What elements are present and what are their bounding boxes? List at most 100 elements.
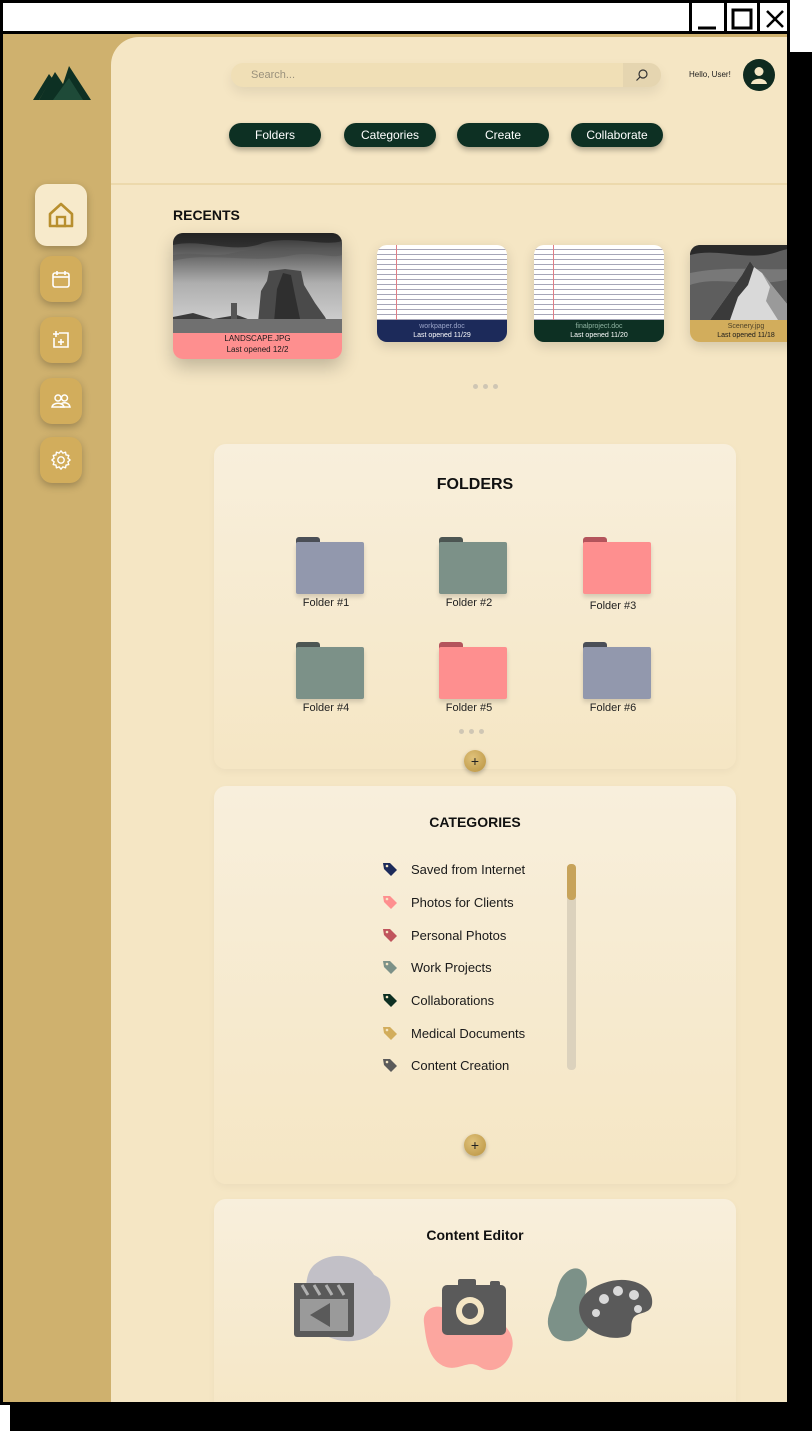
folder-item[interactable]: Folder #3	[563, 537, 663, 612]
maximize-icon	[731, 8, 752, 29]
category-label: Collaborations	[411, 992, 495, 1008]
folder-icon	[439, 542, 507, 594]
folder-label: Folder #1	[302, 597, 350, 609]
title-bar	[3, 3, 787, 34]
recent-file-date: Last opened 11/18	[717, 332, 775, 339]
sidebar-item-add-file[interactable]	[40, 317, 82, 363]
photo-editor-icon[interactable]	[418, 1279, 516, 1375]
category-label: Medical Documents	[411, 1025, 526, 1041]
user-icon	[751, 67, 767, 84]
category-label: Work Projects	[411, 959, 492, 975]
nav-folders-button[interactable]: Folders	[229, 123, 321, 147]
document-thumbnail	[534, 245, 664, 320]
category-item[interactable]: Content Creation	[382, 1054, 509, 1076]
search-button[interactable]	[623, 63, 661, 87]
sidebar	[3, 34, 111, 1402]
document-thumbnail	[377, 245, 507, 320]
close-button[interactable]	[757, 3, 787, 34]
users-icon	[51, 394, 71, 408]
sidebar-item-users[interactable]	[40, 378, 82, 424]
tag-icon	[383, 896, 397, 909]
folder-item[interactable]: Folder #5	[419, 642, 519, 714]
folder-label: Folder #4	[302, 702, 350, 714]
add-category-button[interactable]: +	[464, 1134, 486, 1156]
user-avatar[interactable]	[743, 59, 775, 91]
category-item[interactable]: Personal Photos	[382, 924, 506, 946]
categories-scrollbar-thumb[interactable]	[567, 864, 576, 900]
category-item[interactable]: Work Projects	[382, 956, 492, 978]
settings-icon	[51, 450, 71, 470]
folder-item[interactable]: Folder #1	[276, 537, 376, 609]
category-item[interactable]: Photos for Clients	[382, 891, 514, 913]
recent-file-date: Last opened 12/2	[226, 345, 289, 354]
folder-item[interactable]: Folder #2	[419, 537, 519, 609]
folder-label: Folder #3	[589, 600, 637, 612]
maximize-button[interactable]	[724, 3, 756, 34]
content-editor-panel: Content Editor	[214, 1199, 736, 1402]
app-window: Hello, User! Folders Categories Create C…	[0, 0, 790, 1405]
logo-mountain-icon	[33, 66, 91, 100]
mountain-photo-thumbnail	[690, 245, 787, 320]
search-bar	[231, 63, 661, 87]
recent-file-name: LANDSCAPE.JPG	[224, 334, 291, 343]
recent-file-name: workpaper.doc	[419, 323, 465, 330]
main-content: Hello, User! Folders Categories Create C…	[111, 37, 787, 1402]
close-icon	[765, 9, 784, 28]
tag-icon	[383, 961, 397, 974]
folders-pagination[interactable]	[459, 729, 484, 734]
folder-icon	[296, 647, 364, 699]
category-label: Photos for Clients	[411, 894, 514, 910]
category-item[interactable]: Medical Documents	[382, 1022, 525, 1044]
category-item[interactable]: Collaborations	[382, 989, 494, 1011]
nav-collaborate-button[interactable]: Collaborate	[571, 123, 663, 147]
sidebar-item-settings[interactable]	[40, 437, 82, 483]
sidebar-item-home[interactable]	[35, 184, 87, 246]
app-frame: Hello, User! Folders Categories Create C…	[0, 0, 812, 1431]
folder-label: Folder #2	[445, 597, 493, 609]
folder-item[interactable]: Folder #6	[563, 642, 663, 714]
sidebar-item-calendar[interactable]	[40, 256, 82, 302]
recent-file-date: Last opened 11/29	[413, 332, 471, 339]
paint-palette-icon[interactable]	[546, 1265, 658, 1351]
search-input[interactable]	[231, 63, 623, 87]
tag-icon	[383, 863, 397, 876]
add-folder-button[interactable]: +	[464, 750, 486, 772]
greeting-text: Hello, User!	[689, 70, 731, 79]
home-icon	[48, 202, 74, 228]
categories-heading: CATEGORIES	[429, 814, 521, 830]
folder-icon	[296, 542, 364, 594]
tag-icon	[383, 1027, 397, 1040]
category-label: Content Creation	[411, 1057, 510, 1073]
recent-file-name: Scenery.jpg	[727, 323, 765, 330]
folders-heading: FOLDERS	[436, 476, 514, 493]
recent-file-date: Last opened 11/20	[570, 332, 628, 339]
tag-icon	[383, 994, 397, 1007]
folder-label: Folder #5	[445, 702, 493, 714]
landscape-thumbnail	[173, 233, 342, 333]
content-editor-heading: Content Editor	[426, 1227, 524, 1243]
folder-icon	[583, 647, 651, 699]
category-item[interactable]: Saved from Internet	[382, 858, 525, 880]
minimize-icon	[697, 26, 716, 29]
folder-label: Folder #6	[589, 702, 637, 714]
window-shadow-bottom	[10, 1405, 812, 1431]
recent-file-card[interactable]: LANDSCAPE.JPG Last opened 12/2	[173, 233, 342, 359]
recent-file-card[interactable]: finalproject.doc Last opened 11/20	[534, 245, 664, 342]
categories-panel: CATEGORIES Saved from Internet Photos fo…	[214, 786, 736, 1184]
add-file-icon	[53, 331, 69, 348]
minimize-button[interactable]	[689, 3, 721, 34]
folder-icon	[439, 647, 507, 699]
category-label: Saved from Internet	[411, 861, 526, 877]
folder-item[interactable]: Folder #4	[276, 642, 376, 714]
recents-pagination[interactable]	[473, 384, 498, 389]
search-icon	[636, 69, 648, 81]
recents-heading: RECENTS	[173, 207, 240, 223]
recent-file-card[interactable]: workpaper.doc Last opened 11/29	[377, 245, 507, 342]
folder-icon	[583, 542, 651, 594]
calendar-icon	[52, 271, 70, 288]
nav-create-button[interactable]: Create	[457, 123, 549, 147]
video-editor-icon[interactable]	[292, 1253, 400, 1343]
folders-panel: FOLDERS Folder #1 Folder #2 Folder #3 Fo…	[214, 444, 736, 772]
recent-file-card[interactable]: Scenery.jpg Last opened 11/18	[690, 245, 787, 342]
nav-categories-button[interactable]: Categories	[344, 123, 436, 147]
